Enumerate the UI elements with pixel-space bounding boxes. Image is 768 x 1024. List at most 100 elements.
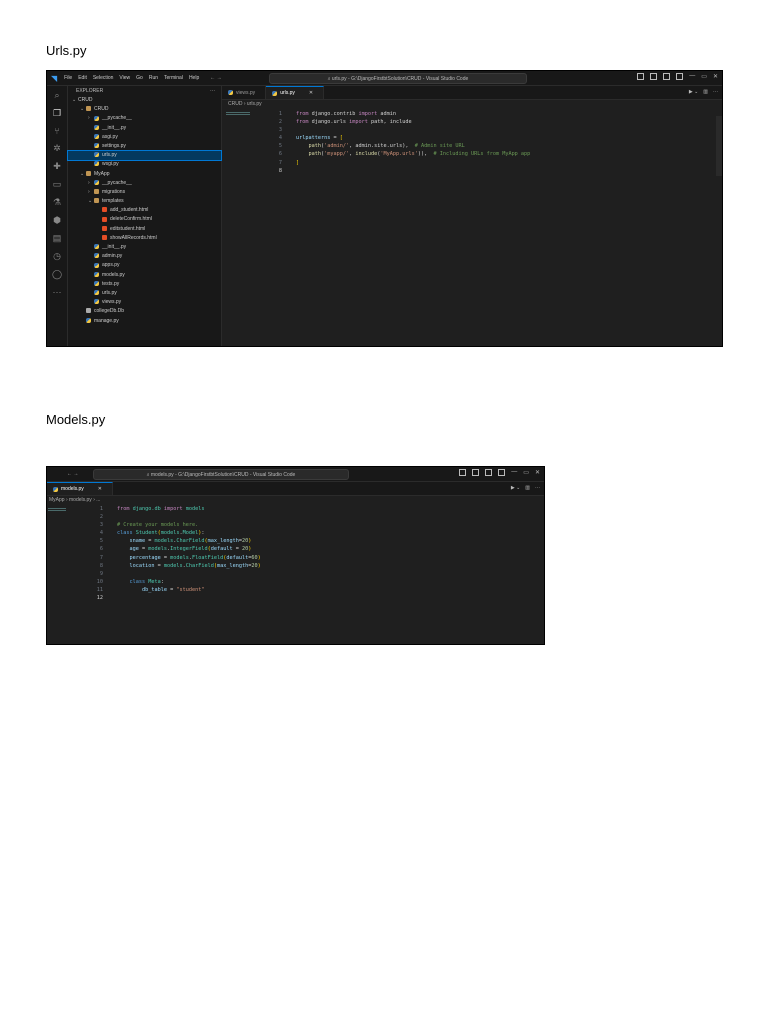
tree-item[interactable]: collegeDb.Db — [68, 307, 221, 316]
tree-item[interactable]: admin.py — [68, 252, 221, 261]
nav-back-forward-icon[interactable]: ← → — [210, 75, 221, 81]
code-token: models — [160, 530, 180, 537]
line-number: 6 — [99, 546, 103, 553]
tree-item[interactable]: ⌄ templates — [68, 197, 221, 206]
tab-bar: models.py ✕ ▶ ⌄ ▥ ··· — [47, 482, 544, 496]
tree-item[interactable]: tests.py — [68, 280, 221, 289]
explorer-icon[interactable]: ❐ — [53, 108, 61, 119]
maximize-icon[interactable]: ▭ — [523, 469, 529, 476]
python-file-icon — [94, 280, 99, 286]
customize-layout-icon[interactable] — [498, 469, 506, 476]
code-token: import — [163, 506, 183, 512]
menu-item-edit[interactable]: Edit — [78, 75, 87, 81]
layout-icon[interactable] — [637, 73, 645, 80]
tree-item[interactable]: ⌄ CRUD — [68, 105, 221, 114]
source-control-icon[interactable]: ⑂ — [54, 126, 59, 136]
breadcrumb-item[interactable]: MyApp — [49, 497, 65, 503]
tree-item-label: urls.py — [102, 152, 117, 159]
customize-layout-icon[interactable] — [676, 73, 684, 80]
tree-item[interactable]: apps.py — [68, 261, 221, 270]
remote-explorer-icon[interactable]: ▭ — [53, 179, 62, 190]
tree-item[interactable]: › __pycache__ — [68, 114, 221, 123]
close-icon[interactable]: ✕ — [713, 73, 718, 80]
minimize-icon[interactable]: — — [511, 469, 517, 476]
menu-item-selection[interactable]: Selection — [93, 75, 114, 81]
editor: views.py urls.py ✕ ▶ ⌄ ▥ ··· CRUD › urls.py 1… — [222, 86, 722, 346]
menu-item-terminal[interactable]: Terminal — [164, 75, 183, 81]
folder-icon — [86, 170, 91, 176]
more-icon[interactable]: ··· — [210, 86, 215, 96]
tree-item[interactable]: wsgi.py — [68, 160, 221, 169]
folder-icon[interactable]: ▤ — [53, 233, 62, 244]
tree-item[interactable]: urls.py — [68, 289, 221, 298]
tree-item[interactable]: asgi.py — [68, 133, 221, 142]
tree-item[interactable]: › migrations — [68, 188, 221, 197]
more-icon[interactable]: ··· — [713, 89, 718, 95]
menu-item-run[interactable]: Run — [149, 75, 158, 81]
github-icon[interactable]: ◯ — [52, 269, 62, 280]
code-line: 4 urlpatterns = [ — [222, 134, 722, 142]
tree-item[interactable]: › __pycache__ — [68, 179, 221, 188]
tree-item[interactable]: deleteConfirm.html — [68, 215, 221, 224]
tab-urls-py[interactable]: urls.py ✕ — [266, 86, 325, 99]
command-center[interactable]: ⌕ models.py - G:\DjangoFirstbtSolution\C… — [93, 469, 349, 480]
breadcrumb-item[interactable]: CRUD — [228, 101, 242, 107]
close-tab-icon[interactable]: ✕ — [309, 90, 313, 96]
tree-item[interactable]: showAllRecords.html — [68, 234, 221, 243]
search-icon[interactable]: ⌕ — [54, 90, 59, 101]
tab-views-py[interactable]: views.py — [222, 86, 267, 99]
nav-back-forward-icon[interactable]: ← → — [67, 471, 78, 477]
menu-item-file[interactable]: File — [64, 75, 72, 81]
tree-item[interactable]: ⌄ MyApp — [68, 170, 221, 179]
more-icon[interactable]: ··· — [53, 287, 62, 297]
run-icon[interactable]: ▶ ⌄ — [689, 89, 698, 95]
run-icon[interactable]: ▶ ⌄ — [511, 485, 520, 491]
tree-item[interactable]: __init__.py — [68, 243, 221, 252]
more-icon[interactable]: ··· — [535, 485, 540, 491]
code-line: 7 percentage = models.FloatField(default… — [47, 554, 544, 562]
code-token: ) — [257, 562, 261, 569]
command-center[interactable]: ⌕ urls.py - G:\DjangoFirstbtSolution\CRU… — [269, 73, 527, 84]
close-tab-icon[interactable]: ✕ — [98, 486, 102, 492]
extensions-icon[interactable]: ✚ — [53, 161, 61, 172]
panel-icon[interactable] — [650, 73, 658, 80]
scrollbar[interactable] — [716, 116, 722, 176]
menu-item-go[interactable]: Go — [136, 75, 143, 81]
panel-icon[interactable] — [472, 469, 480, 476]
tree-item[interactable]: manage.py — [68, 317, 221, 326]
code-area[interactable]: 1 from django.contrib import admin 2 from d… — [222, 108, 722, 175]
tree-item-label: views.py — [102, 299, 122, 306]
close-icon[interactable]: ✕ — [535, 469, 540, 476]
split-editor-icon[interactable]: ▥ — [525, 485, 530, 491]
debug-icon[interactable]: ✲ — [53, 143, 61, 154]
tree-item[interactable]: urls.py — [67, 150, 222, 162]
hexagon-icon[interactable]: ⬢ — [53, 215, 61, 226]
timeline-icon[interactable]: ◷ — [53, 251, 61, 262]
minimize-icon[interactable]: — — [689, 73, 695, 80]
code-area[interactable]: 1 from django.db import models 2 3 # Create … — [47, 504, 544, 602]
tree-item[interactable]: ⌄ CRUD — [68, 96, 221, 105]
tab-models-py[interactable]: models.py ✕ — [47, 482, 113, 495]
breadcrumb-item[interactable]: models.py — [69, 497, 92, 503]
sidebar-icon[interactable] — [485, 469, 493, 476]
breadcrumb-item[interactable]: ... — [96, 497, 100, 503]
tree-item[interactable]: editstudent.html — [68, 225, 221, 234]
split-editor-icon[interactable]: ▥ — [703, 89, 708, 95]
tree-item[interactable]: views.py — [68, 298, 221, 307]
testing-icon[interactable]: ⚗ — [53, 197, 61, 208]
code-token: 'admin/' — [324, 143, 350, 150]
code-token: 'MyApp.urls' — [380, 151, 418, 158]
tree-item[interactable]: __init__.py — [68, 124, 221, 133]
layout-icon[interactable] — [459, 469, 467, 476]
menu-item-view[interactable]: View — [119, 75, 130, 81]
code-token: max_length — [207, 538, 239, 545]
tree-item[interactable]: settings.py — [68, 142, 221, 151]
maximize-icon[interactable]: ▭ — [701, 73, 707, 80]
python-file-icon — [94, 290, 99, 296]
tree-item[interactable]: models.py — [68, 271, 221, 280]
tree-item[interactable]: add_student.html — [68, 206, 221, 215]
menu-item-help[interactable]: Help — [189, 75, 199, 81]
breadcrumb-item[interactable]: urls.py — [247, 101, 262, 107]
sidebar-icon[interactable] — [663, 73, 671, 80]
